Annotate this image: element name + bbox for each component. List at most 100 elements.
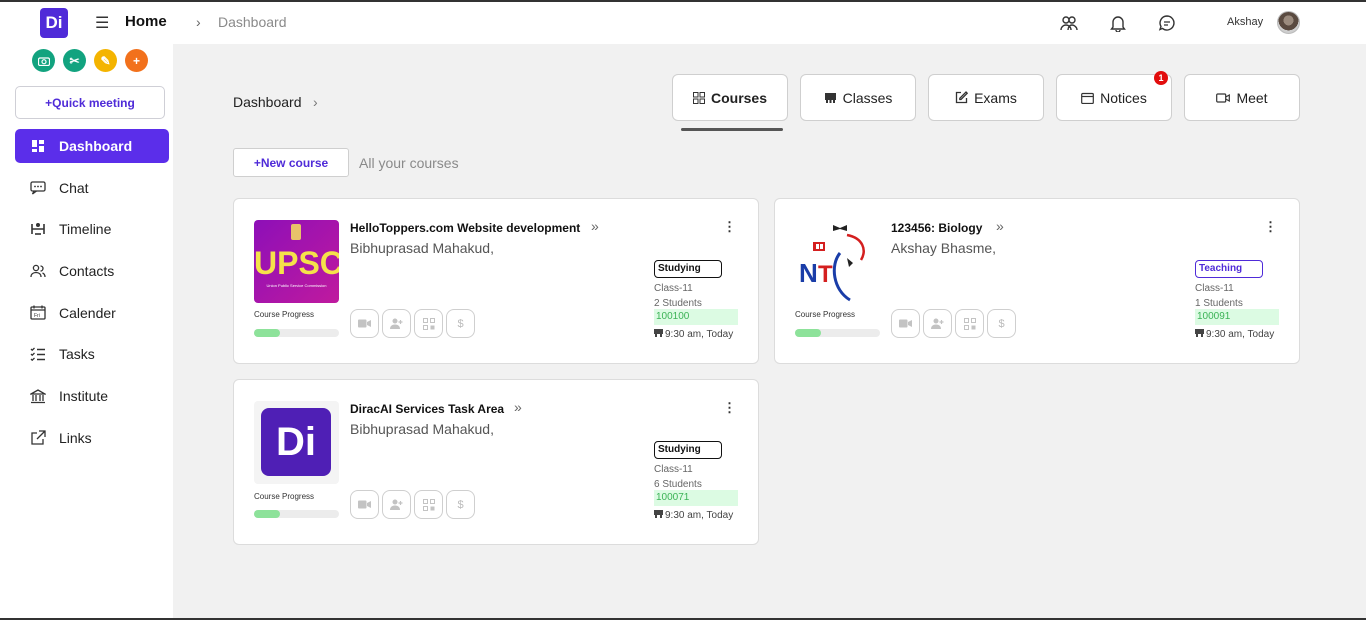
sidebar-item-tasks[interactable]: Tasks xyxy=(15,337,169,371)
pencil-icon[interactable]: ✎ xyxy=(94,49,117,72)
status-badge: Studying xyxy=(654,441,722,459)
course-progress-bar xyxy=(254,510,339,518)
svg-text:T: T xyxy=(818,261,833,288)
quick-actions: ✂ ✎ + xyxy=(32,49,148,72)
double-chevron-icon[interactable]: » xyxy=(996,218,1004,234)
svg-text:N: N xyxy=(799,258,818,288)
more-options-icon[interactable]: ⋮ xyxy=(1264,219,1277,235)
tools-icon[interactable]: ✂ xyxy=(63,49,86,72)
video-icon[interactable] xyxy=(891,309,920,338)
tab-notices[interactable]: Notices 1 xyxy=(1056,71,1172,121)
quick-meeting-button[interactable]: +Quick meeting xyxy=(15,86,165,119)
sidebar-item-timeline[interactable]: Timeline xyxy=(15,212,169,246)
course-class: Class-11 xyxy=(654,283,693,294)
tab-classes[interactable]: Classes xyxy=(800,74,916,121)
add-user-icon[interactable] xyxy=(923,309,952,338)
video-icon[interactable] xyxy=(350,490,379,519)
course-actions: $ xyxy=(350,309,475,338)
sidebar-item-calender[interactable]: Fri Calender xyxy=(15,296,169,330)
course-title[interactable]: 123456: Biology xyxy=(891,221,982,235)
course-info: Teaching Class-11 1 Students 100091 9:30… xyxy=(1195,260,1279,340)
chevron-right-icon[interactable]: › xyxy=(313,94,318,110)
sidebar-item-chat[interactable]: Chat xyxy=(15,171,169,205)
course-code: 100091 xyxy=(1195,309,1279,325)
course-students: 2 Students xyxy=(654,298,702,309)
progress-fill xyxy=(795,329,821,337)
course-progress-bar xyxy=(254,329,339,337)
active-tab-indicator xyxy=(681,128,783,131)
course-class: Class-11 xyxy=(1195,283,1234,294)
chat-icon[interactable] xyxy=(1156,12,1178,34)
user-name[interactable]: Akshay xyxy=(1227,16,1263,28)
dashboard-icon xyxy=(29,137,47,155)
course-progress-label: Course Progress xyxy=(254,492,315,501)
course-card[interactable]: Di Course Progress DiracAI Services Task… xyxy=(233,379,759,545)
sidebar-item-label: Tasks xyxy=(59,346,95,363)
course-card[interactable]: N T Course Progress 123456: Biology » Ak… xyxy=(774,198,1300,364)
classes-icon xyxy=(654,510,663,521)
course-progress-label: Course Progress xyxy=(254,310,315,319)
classes-icon xyxy=(824,92,837,104)
menu-icon[interactable]: ☰ xyxy=(95,13,109,33)
camera-icon[interactable] xyxy=(32,49,55,72)
institute-icon xyxy=(29,387,47,405)
course-time-text: 9:30 am, Today xyxy=(665,510,734,521)
tab-courses[interactable]: Courses xyxy=(672,74,788,131)
sidebar-item-links[interactable]: Links xyxy=(15,421,169,455)
sidebar-item-institute[interactable]: Institute xyxy=(15,379,169,413)
course-teacher: Bibhuprasad Mahakud, xyxy=(350,240,494,256)
sidebar-item-label: Timeline xyxy=(59,221,112,238)
course-time-text: 9:30 am, Today xyxy=(665,329,734,340)
video-icon[interactable] xyxy=(350,309,379,338)
breadcrumb[interactable]: Dashboard xyxy=(218,14,287,30)
bell-icon[interactable] xyxy=(1107,12,1129,34)
dollar-icon[interactable]: $ xyxy=(987,309,1016,338)
qr-icon[interactable] xyxy=(955,309,984,338)
more-options-icon[interactable]: ⋮ xyxy=(723,400,736,416)
dollar-icon[interactable]: $ xyxy=(446,490,475,519)
course-title[interactable]: DiracAI Services Task Area xyxy=(350,402,504,416)
course-class: Class-11 xyxy=(654,464,693,475)
qr-icon[interactable] xyxy=(414,490,443,519)
sidebar-item-contacts[interactable]: Contacts xyxy=(15,254,169,288)
double-chevron-icon[interactable]: » xyxy=(591,218,599,234)
progress-fill xyxy=(254,329,280,337)
video-icon xyxy=(1216,92,1231,103)
course-time-text: 9:30 am, Today xyxy=(1206,329,1275,340)
tab-exams[interactable]: Exams xyxy=(928,74,1044,121)
tab-meet[interactable]: Meet xyxy=(1184,74,1300,121)
thumbnail-text: Di xyxy=(261,408,331,476)
new-course-button[interactable]: +New course xyxy=(233,148,349,177)
course-title[interactable]: HelloToppers.com Website development xyxy=(350,221,580,235)
contacts-icon[interactable] xyxy=(1058,12,1080,34)
sidebar-item-label: Links xyxy=(59,429,92,446)
plus-icon[interactable]: + xyxy=(125,49,148,72)
qr-icon[interactable] xyxy=(414,309,443,338)
tab-label: Meet xyxy=(1236,89,1268,106)
course-card[interactable]: UPSC Union Public Service Commission Cou… xyxy=(233,198,759,364)
course-teacher: Bibhuprasad Mahakud, xyxy=(350,421,494,437)
course-info: Studying Class-11 6 Students 100071 9:30… xyxy=(654,441,738,521)
sidebar-item-label: Calender xyxy=(59,304,116,321)
double-chevron-icon[interactable]: » xyxy=(514,399,522,415)
course-students: 6 Students xyxy=(654,479,702,490)
dollar-icon[interactable]: $ xyxy=(446,309,475,338)
sidebar-item-dashboard[interactable]: Dashboard xyxy=(15,129,169,163)
sidebar-nav: Dashboard Chat Timeline Contacts Fri Cal… xyxy=(15,129,169,463)
add-user-icon[interactable] xyxy=(382,309,411,338)
thumbnail-subtext: Union Public Service Commission xyxy=(266,283,327,288)
svg-text:Fri: Fri xyxy=(34,313,40,319)
contacts-icon xyxy=(29,262,47,280)
course-teacher: Akshay Bhasme, xyxy=(891,240,997,256)
sidebar-footer xyxy=(0,577,173,618)
add-user-icon[interactable] xyxy=(382,490,411,519)
home-link[interactable]: Home xyxy=(125,13,167,30)
tab-label: Notices xyxy=(1100,89,1147,106)
more-options-icon[interactable]: ⋮ xyxy=(723,219,736,235)
emblem-icon xyxy=(291,224,301,240)
thumbnail-text: UPSC xyxy=(254,245,339,281)
avatar[interactable] xyxy=(1277,11,1300,34)
app-logo[interactable]: Di xyxy=(40,8,68,38)
tab-label: Courses xyxy=(710,89,768,106)
course-info: Studying Class-11 2 Students 100100 9:30… xyxy=(654,260,738,340)
